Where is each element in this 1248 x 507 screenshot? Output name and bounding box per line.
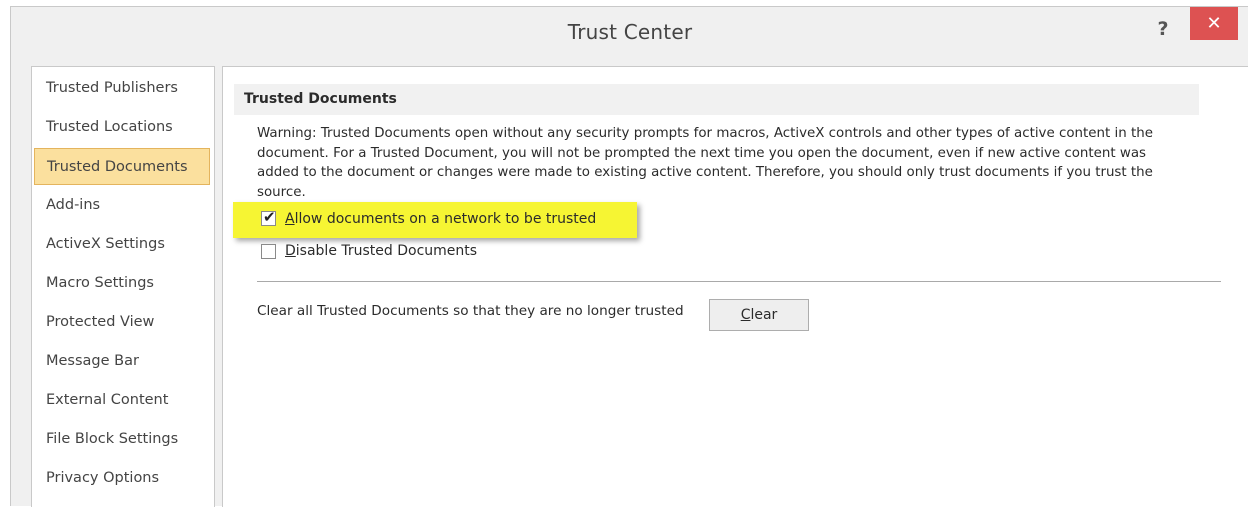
section-divider [257, 281, 1221, 282]
sidebar-item-activex-settings[interactable]: ActiveX Settings [34, 226, 210, 263]
clear-button-label: lear [750, 307, 778, 323]
title-bar: Trust Center ? ✕ [11, 7, 1248, 57]
dialog-title: Trust Center [567, 20, 693, 44]
disable-trusted-docs-checkbox[interactable] [261, 244, 276, 259]
help-icon[interactable]: ? [1148, 15, 1178, 45]
allow-network-label-text: llow documents on a network to be truste… [294, 211, 597, 227]
content-panel: Trusted Documents Warning: Trusted Docum… [222, 66, 1248, 507]
sidebar-item-trusted-locations[interactable]: Trusted Locations [34, 109, 210, 146]
mnemonic-a: A [285, 211, 295, 227]
trust-center-dialog: Trust Center ? ✕ Trusted Publishers Trus… [10, 6, 1248, 507]
allow-network-checkbox[interactable]: ✔ [261, 208, 276, 226]
close-button[interactable]: ✕ [1190, 7, 1238, 40]
sidebar-item-trusted-publishers[interactable]: Trusted Publishers [34, 70, 210, 107]
sidebar-item-trusted-documents[interactable]: Trusted Documents [34, 148, 210, 185]
allow-network-label[interactable]: Allow documents on a network to be trust… [285, 211, 596, 227]
disable-trusted-docs-label[interactable]: Disable Trusted Documents [285, 243, 477, 259]
sidebar-nav: Trusted Publishers Trusted Locations Tru… [31, 66, 215, 507]
section-title: Trusted Documents [234, 84, 1199, 115]
sidebar-item-file-block-settings[interactable]: File Block Settings [34, 421, 210, 458]
sidebar-item-macro-settings[interactable]: Macro Settings [34, 265, 210, 302]
sidebar-item-privacy-options[interactable]: Privacy Options [34, 460, 210, 497]
sidebar-item-message-bar[interactable]: Message Bar [34, 343, 210, 380]
mnemonic-c: C [740, 307, 751, 323]
sidebar-item-protected-view[interactable]: Protected View [34, 304, 210, 341]
sidebar-item-external-content[interactable]: External Content [34, 382, 210, 419]
sidebar-item-add-ins[interactable]: Add-ins [34, 187, 210, 224]
clear-description: Clear all Trusted Documents so that they… [257, 303, 684, 319]
clear-button[interactable]: Clear [709, 299, 809, 331]
checkmark-icon: ✔ [263, 208, 276, 226]
mnemonic-d: D [285, 243, 296, 259]
disable-trusted-docs-label-text: isable Trusted Documents [295, 243, 478, 259]
warning-text: Warning: Trusted Documents open without … [257, 126, 1153, 200]
